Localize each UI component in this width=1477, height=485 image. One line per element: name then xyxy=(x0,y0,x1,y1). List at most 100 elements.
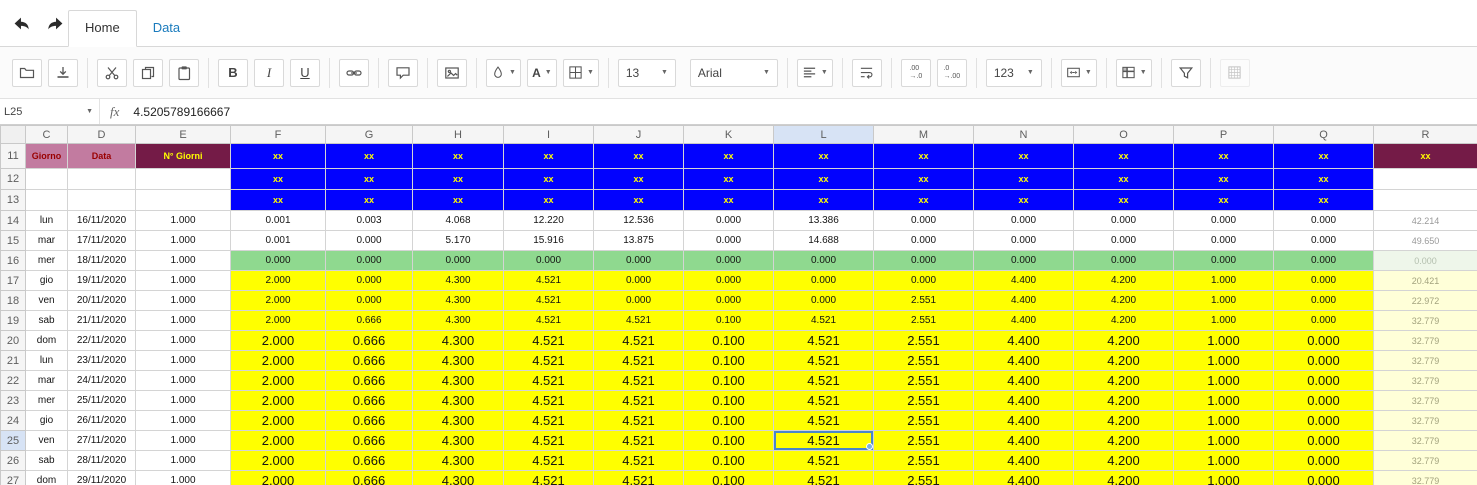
cell-L23[interactable]: 4.521 xyxy=(773,390,874,411)
cell-L13[interactable]: xx xyxy=(773,189,874,211)
cell-O24[interactable]: 4.200 xyxy=(1073,410,1174,431)
cell-H22[interactable]: 4.300 xyxy=(412,370,504,391)
cell-H14[interactable]: 4.068 xyxy=(412,210,504,231)
cell-P22[interactable]: 1.000 xyxy=(1173,370,1274,391)
cell-C24[interactable]: gio xyxy=(25,410,68,431)
cell-M14[interactable]: 0.000 xyxy=(873,210,974,231)
cell-D19[interactable]: 21/11/2020 xyxy=(67,310,136,331)
cell-M21[interactable]: 2.551 xyxy=(873,350,974,371)
cell-E18[interactable]: 1.000 xyxy=(135,290,231,311)
cell-P23[interactable]: 1.000 xyxy=(1173,390,1274,411)
cell-D11[interactable]: Data xyxy=(67,143,136,169)
cell-N24[interactable]: 4.400 xyxy=(973,410,1074,431)
cell-G17[interactable]: 0.000 xyxy=(325,270,413,291)
cell-O18[interactable]: 4.200 xyxy=(1073,290,1174,311)
cell-R18[interactable]: 22.972 xyxy=(1373,290,1477,311)
row-header-12[interactable]: 12 xyxy=(0,168,26,190)
wrap-text-button[interactable] xyxy=(851,58,882,87)
cell-M16[interactable]: 0.000 xyxy=(873,250,974,271)
cell-E17[interactable]: 1.000 xyxy=(135,270,231,291)
cell-I23[interactable]: 4.521 xyxy=(503,390,594,411)
cell-G24[interactable]: 0.666 xyxy=(325,410,413,431)
cell-E19[interactable]: 1.000 xyxy=(135,310,231,331)
cell-H19[interactable]: 4.300 xyxy=(412,310,504,331)
cell-E27[interactable]: 1.000 xyxy=(135,470,231,485)
column-header-R[interactable]: R xyxy=(1373,125,1477,144)
cell-C18[interactable]: ven xyxy=(25,290,68,311)
cell-P11[interactable]: xx xyxy=(1173,143,1274,169)
cell-L18[interactable]: 0.000 xyxy=(773,290,874,311)
cell-I22[interactable]: 4.521 xyxy=(503,370,594,391)
cell-C14[interactable]: lun xyxy=(25,210,68,231)
align-button[interactable]: ▼ xyxy=(796,58,833,87)
cell-Q18[interactable]: 0.000 xyxy=(1273,290,1374,311)
cut-button[interactable] xyxy=(97,58,127,87)
cell-I15[interactable]: 15.916 xyxy=(503,230,594,251)
cell-Q17[interactable]: 0.000 xyxy=(1273,270,1374,291)
cell-P19[interactable]: 1.000 xyxy=(1173,310,1274,331)
row-header-14[interactable]: 14 xyxy=(0,210,26,231)
cell-F20[interactable]: 2.000 xyxy=(230,330,326,351)
cell-O12[interactable]: xx xyxy=(1073,168,1174,190)
undo-button[interactable] xyxy=(10,12,32,34)
fill-color-button[interactable]: ▼ xyxy=(486,58,521,87)
cell-H23[interactable]: 4.300 xyxy=(412,390,504,411)
cell-D18[interactable]: 20/11/2020 xyxy=(67,290,136,311)
cell-N18[interactable]: 4.400 xyxy=(973,290,1074,311)
cell-R12[interactable] xyxy=(1373,168,1477,190)
cell-H21[interactable]: 4.300 xyxy=(412,350,504,371)
cell-O15[interactable]: 0.000 xyxy=(1073,230,1174,251)
cell-N21[interactable]: 4.400 xyxy=(973,350,1074,371)
cell-P26[interactable]: 1.000 xyxy=(1173,450,1274,471)
cell-M27[interactable]: 2.551 xyxy=(873,470,974,485)
gridlines-toggle-button[interactable] xyxy=(1219,58,1250,87)
cell-I11[interactable]: xx xyxy=(503,143,594,169)
cell-C26[interactable]: sab xyxy=(25,450,68,471)
cell-Q19[interactable]: 0.000 xyxy=(1273,310,1374,331)
cell-N17[interactable]: 4.400 xyxy=(973,270,1074,291)
cell-M12[interactable]: xx xyxy=(873,168,974,190)
cell-P21[interactable]: 1.000 xyxy=(1173,350,1274,371)
cell-F15[interactable]: 0.001 xyxy=(230,230,326,251)
cell-I21[interactable]: 4.521 xyxy=(503,350,594,371)
cell-R27[interactable]: 32.779 xyxy=(1373,470,1477,485)
cell-F12[interactable]: xx xyxy=(230,168,326,190)
cell-O16[interactable]: 0.000 xyxy=(1073,250,1174,271)
cell-C19[interactable]: sab xyxy=(25,310,68,331)
row-header-17[interactable]: 17 xyxy=(0,270,26,291)
cell-K11[interactable]: xx xyxy=(683,143,774,169)
cell-R26[interactable]: 32.779 xyxy=(1373,450,1477,471)
export-button[interactable] xyxy=(48,58,78,87)
cell-F17[interactable]: 2.000 xyxy=(230,270,326,291)
cell-K25[interactable]: 0.100 xyxy=(683,430,774,451)
cell-H17[interactable]: 4.300 xyxy=(412,270,504,291)
cell-J16[interactable]: 0.000 xyxy=(593,250,684,271)
cell-I18[interactable]: 4.521 xyxy=(503,290,594,311)
cell-N15[interactable]: 0.000 xyxy=(973,230,1074,251)
comment-button[interactable] xyxy=(388,58,418,87)
cell-E15[interactable]: 1.000 xyxy=(135,230,231,251)
cell-H16[interactable]: 0.000 xyxy=(412,250,504,271)
cell-H11[interactable]: xx xyxy=(412,143,504,169)
cell-P16[interactable]: 0.000 xyxy=(1173,250,1274,271)
cell-J13[interactable]: xx xyxy=(593,189,684,211)
cell-G19[interactable]: 0.666 xyxy=(325,310,413,331)
bold-button[interactable]: B xyxy=(218,58,248,87)
row-header-16[interactable]: 16 xyxy=(0,250,26,271)
cell-I26[interactable]: 4.521 xyxy=(503,450,594,471)
tab-home[interactable]: Home xyxy=(68,10,137,47)
cell-R14[interactable]: 42.214 xyxy=(1373,210,1477,231)
cell-I16[interactable]: 0.000 xyxy=(503,250,594,271)
cell-J17[interactable]: 0.000 xyxy=(593,270,684,291)
cell-C12[interactable] xyxy=(25,168,68,190)
cell-O25[interactable]: 4.200 xyxy=(1073,430,1174,451)
cell-D15[interactable]: 17/11/2020 xyxy=(67,230,136,251)
name-box[interactable]: L25 ▼ xyxy=(0,99,100,124)
freeze-panes-button[interactable]: ▼ xyxy=(1115,58,1152,87)
cell-C13[interactable] xyxy=(25,189,68,211)
column-header-M[interactable]: M xyxy=(873,125,974,144)
cell-L25[interactable]: 4.521 xyxy=(773,430,874,451)
cell-N25[interactable]: 4.400 xyxy=(973,430,1074,451)
cell-K24[interactable]: 0.100 xyxy=(683,410,774,431)
cell-P24[interactable]: 1.000 xyxy=(1173,410,1274,431)
